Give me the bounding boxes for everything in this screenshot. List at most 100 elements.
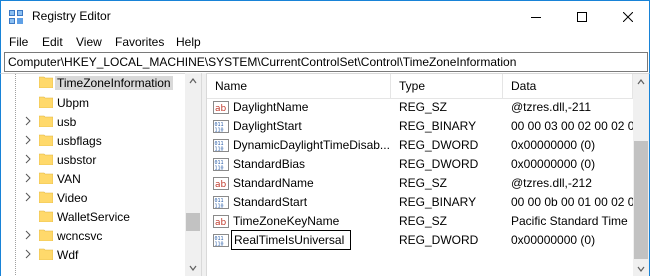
chevron-right-icon[interactable]: [23, 154, 33, 164]
value-row[interactable]: ab StandardName REG_SZ @tzres.dll,-212: [207, 174, 633, 193]
value-row[interactable]: ab TimeZoneKeyName REG_SZ Pacific Standa…: [207, 212, 633, 231]
tree-item-walletservice[interactable]: WalletService: [1, 207, 186, 227]
scroll-up-button[interactable]: [633, 74, 649, 90]
menu-file[interactable]: File: [9, 35, 28, 49]
value-name: TimeZoneKeyName: [233, 214, 340, 228]
folder-icon: [39, 229, 53, 241]
chevron-right-icon[interactable]: [23, 116, 33, 126]
svg-text:110: 110: [215, 128, 224, 134]
folder-icon: [39, 153, 53, 165]
value-data: 0x00000000 (0): [511, 157, 596, 171]
svg-text:ab: ab: [215, 180, 227, 190]
close-icon: [623, 11, 633, 22]
value-data: Pacific Standard Time: [511, 214, 628, 228]
value-row[interactable]: 011 110 StandardBias REG_DWORD 0x00000000…: [207, 155, 633, 174]
value-type: REG_DWORD: [399, 233, 479, 247]
value-type: REG_SZ: [399, 214, 448, 228]
tree-item-label: VAN: [57, 172, 81, 186]
value-data: 00 00 0b 00 01 00 02 0: [511, 195, 633, 209]
tree-item-video[interactable]: Video: [1, 188, 186, 208]
scroll-down-button[interactable]: [633, 261, 649, 276]
string-value-icon: ab: [213, 177, 229, 190]
chevron-down-icon: [189, 265, 197, 271]
tree-item-usbstor[interactable]: usbstor: [1, 150, 186, 170]
window-title: Registry Editor: [32, 9, 111, 23]
folder-icon: [39, 210, 53, 222]
value-type: REG_BINARY: [399, 195, 477, 209]
folder-icon: [39, 76, 53, 88]
value-row[interactable]: 011 110 DynamicDaylightTimeDisab... REG_D…: [207, 136, 633, 155]
value-data: 0x00000000 (0): [511, 233, 596, 247]
column-header-label: Type: [399, 79, 426, 93]
folder-icon: [39, 115, 53, 127]
menu-favorites[interactable]: Favorites: [115, 35, 164, 49]
svg-text:ab: ab: [215, 218, 227, 228]
tree-item-van[interactable]: VAN: [1, 169, 186, 189]
chevron-right-icon[interactable]: [23, 230, 33, 240]
column-header-data[interactable]: Data: [503, 74, 633, 98]
chevron-right-icon[interactable]: [23, 135, 33, 145]
close-button[interactable]: [605, 1, 650, 32]
binary-value-icon: 011110: [213, 139, 229, 153]
rename-input[interactable]: RealTimeIsUniversal: [231, 230, 351, 250]
tree-item-label: Wdf: [57, 248, 79, 262]
maximize-button[interactable]: [559, 1, 605, 32]
value-row-editing[interactable]: 011 110 RealTimeIsUniversal REG_DWORD 0x0…: [207, 230, 633, 250]
value-type: REG_BINARY: [399, 119, 477, 133]
menu-view[interactable]: View: [76, 35, 102, 49]
tree-item-timezoneinformation[interactable]: TimeZoneInformation: [1, 74, 186, 93]
tree-scrollbar[interactable]: [185, 73, 201, 276]
tree-item-label: wcncsvc: [57, 229, 103, 243]
tree-item-usb[interactable]: usb: [1, 112, 186, 132]
address-field[interactable]: Computer\HKEY_LOCAL_MACHINE\SYSTEM\Curre…: [4, 52, 648, 72]
folder-icon: [39, 134, 53, 146]
value-data: @tzres.dll,-211: [511, 100, 591, 114]
binary-value-icon: 011110: [213, 158, 229, 172]
menu-help[interactable]: Help: [176, 35, 201, 49]
menu-bar: File Edit View Favorites Help: [0, 32, 650, 52]
svg-text:110: 110: [215, 166, 224, 172]
value-name: StandardName: [233, 176, 314, 190]
column-header-name[interactable]: Name: [207, 74, 391, 98]
string-value-icon: ab: [213, 215, 229, 228]
tree-item-usbflags[interactable]: usbflags: [1, 131, 186, 151]
chevron-right-icon[interactable]: [23, 249, 33, 259]
tree-item-label: usb: [57, 115, 77, 129]
value-name: StandardBias: [233, 157, 306, 171]
column-header-type[interactable]: Type: [391, 74, 503, 98]
value-type: REG_SZ: [399, 176, 448, 190]
scroll-thumb[interactable]: [634, 141, 648, 259]
tree-item-label: usbstor: [57, 153, 97, 167]
value-row[interactable]: 011 110 DaylightStart REG_BINARY 00 00 03…: [207, 117, 633, 136]
values-pane[interactable]: Name Type Data ab DaylightName REG_SZ @t…: [207, 73, 650, 276]
folder-icon: [39, 172, 53, 184]
value-data: 00 00 03 00 02 00 02 0: [511, 119, 633, 133]
minimize-button[interactable]: [513, 1, 559, 32]
scroll-down-button[interactable]: [185, 260, 201, 276]
value-name: DaylightName: [233, 100, 309, 114]
chevron-right-icon[interactable]: [23, 173, 33, 183]
chevron-right-icon[interactable]: [23, 192, 33, 202]
value-row[interactable]: 011 110 StandardStart REG_BINARY 00 00 0b…: [207, 193, 633, 212]
svg-text:110: 110: [215, 204, 224, 210]
binary-value-icon: 011110: [213, 120, 229, 134]
title-bar: Registry Editor: [0, 0, 650, 32]
value-type: REG_DWORD: [399, 157, 479, 171]
string-value-icon: ab: [213, 101, 229, 114]
scroll-up-button[interactable]: [185, 73, 201, 89]
value-type: REG_DWORD: [399, 138, 479, 152]
tree-item-ubpm[interactable]: Ubpm: [1, 93, 186, 113]
binary-value-icon: 011110: [213, 196, 229, 210]
value-type: REG_SZ: [399, 100, 448, 114]
svg-text:110: 110: [215, 242, 224, 248]
tree-item-wcncsvc[interactable]: wcncsvc: [1, 226, 186, 246]
menu-edit[interactable]: Edit: [42, 35, 63, 49]
scroll-thumb[interactable]: [186, 213, 200, 231]
address-bar: Computer\HKEY_LOCAL_MACHINE\SYSTEM\Curre…: [0, 52, 650, 73]
registry-editor-app-icon: [9, 10, 23, 24]
tree-item-wdf[interactable]: Wdf: [1, 245, 186, 265]
key-tree-pane[interactable]: TimeZoneInformation Ubpm usb usbflags us…: [0, 73, 201, 276]
tree-item-label: TimeZoneInformation: [55, 76, 173, 90]
value-row[interactable]: ab DaylightName REG_SZ @tzres.dll,-211: [207, 98, 633, 117]
values-scrollbar[interactable]: [633, 74, 649, 276]
